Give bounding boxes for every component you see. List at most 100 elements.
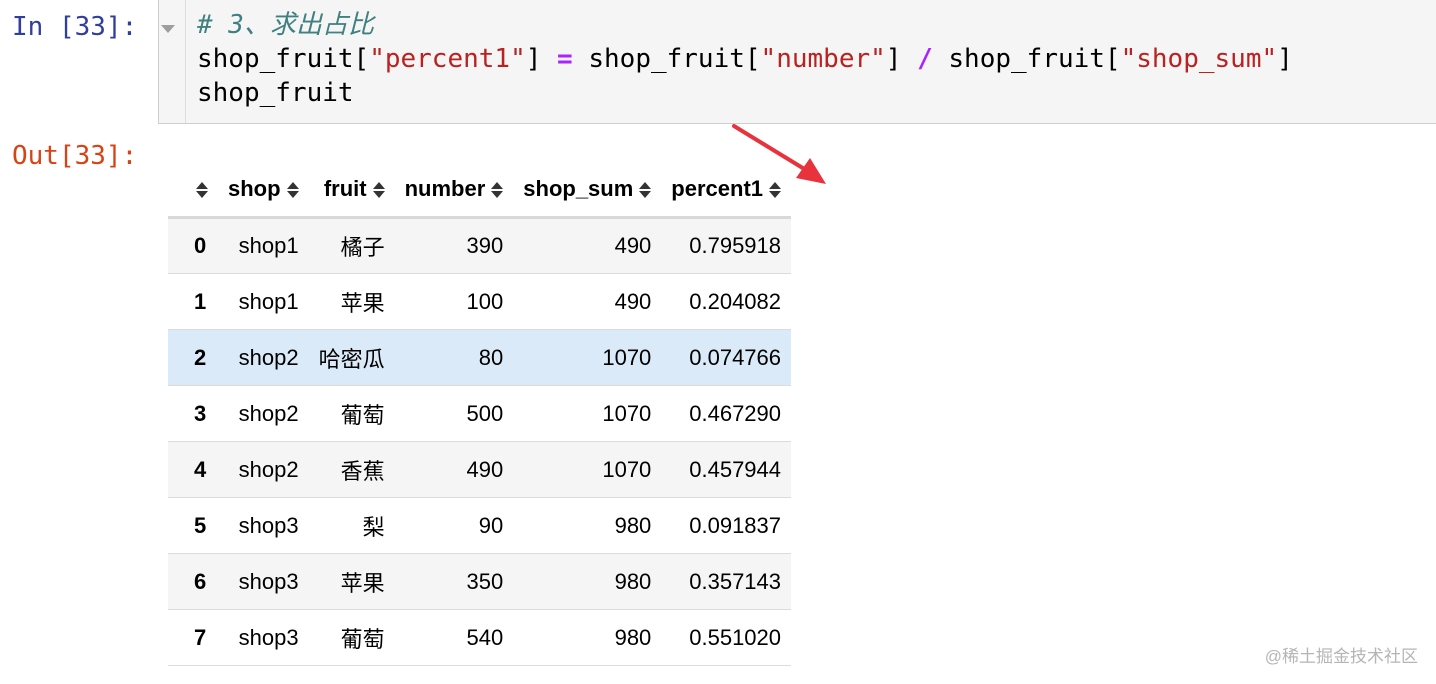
cell-number: 100 xyxy=(394,273,514,330)
cell-shop-sum: 1070 xyxy=(513,329,662,386)
table-row: 6 shop3 苹果 350 980 0.357143 xyxy=(168,553,792,610)
code-token-plain: ] xyxy=(1277,44,1293,74)
cell-shop-sum: 490 xyxy=(513,273,662,330)
row-index: 3 xyxy=(168,385,218,442)
input-prompt: In [33]: xyxy=(12,12,138,42)
column-header-shop-sum[interactable]: shop_sum xyxy=(513,162,662,219)
index-sort-header[interactable] xyxy=(168,162,218,219)
cell-shop-sum: 980 xyxy=(513,609,662,666)
code-token-plain: shop_fruit[ xyxy=(932,44,1121,74)
cell-fruit: 香蕉 xyxy=(308,441,395,498)
column-header-shop[interactable]: shop xyxy=(218,162,309,219)
cell-shop-sum: 980 xyxy=(513,497,662,554)
cell-number: 390 xyxy=(394,217,514,274)
row-index: 5 xyxy=(168,497,218,554)
code-token-string: "shop_sum" xyxy=(1120,44,1278,74)
code-token-string: "number" xyxy=(760,44,886,74)
cell-shop: shop3 xyxy=(218,609,309,666)
row-index: 6 xyxy=(168,553,218,610)
code-line: shop_fruit["percent1"] = shop_fruit["num… xyxy=(197,42,1293,76)
row-index: 2 xyxy=(168,329,218,386)
row-index: 1 xyxy=(168,273,218,330)
row-index: 7 xyxy=(168,609,218,666)
collapse-triangle-icon[interactable] xyxy=(161,25,175,33)
dataframe-table: shop fruit number shop_sum percent1 0 shop1 橘子… xyxy=(168,162,792,666)
cell-shop: shop1 xyxy=(218,273,309,330)
column-header-label: shop_sum xyxy=(523,176,634,201)
cell-percent1: 0.795918 xyxy=(661,217,792,274)
cell-percent1: 0.467290 xyxy=(661,385,792,442)
cell-shop-sum: 980 xyxy=(513,553,662,610)
table-row: 4 shop2 香蕉 490 1070 0.457944 xyxy=(168,441,792,498)
code-token-string: "percent1" xyxy=(369,44,526,74)
sort-arrows-icon[interactable] xyxy=(639,181,652,199)
table-row: 3 shop2 葡萄 500 1070 0.467290 xyxy=(168,385,792,442)
column-header-number[interactable]: number xyxy=(394,162,514,219)
code-editor[interactable]: # 3、求出占比 shop_fruit["percent1"] = shop_fr… xyxy=(158,0,1436,124)
cell-number: 490 xyxy=(394,441,514,498)
column-header-label: fruit xyxy=(323,176,367,201)
sort-arrows-icon[interactable] xyxy=(196,181,208,199)
cell-shop: shop1 xyxy=(218,217,309,274)
cell-percent1: 0.551020 xyxy=(661,609,792,666)
code-token-plain: shop_fruit xyxy=(197,78,354,108)
table-row: 2 shop2 哈密瓜 80 1070 0.074766 xyxy=(168,329,792,386)
cell-percent1: 0.457944 xyxy=(661,441,792,498)
table-row: 1 shop1 苹果 100 490 0.204082 xyxy=(168,273,792,330)
code-lines[interactable]: # 3、求出占比 shop_fruit["percent1"] = shop_fr… xyxy=(197,8,1293,110)
table-header-row: shop fruit number shop_sum percent1 xyxy=(168,162,792,219)
sort-arrows-icon[interactable] xyxy=(491,181,504,199)
cell-shop-sum: 1070 xyxy=(513,441,662,498)
code-token-plain: shop_fruit[ xyxy=(197,44,370,74)
code-gutter xyxy=(185,0,186,123)
cell-shop: shop3 xyxy=(218,553,309,610)
cell-percent1: 0.204082 xyxy=(661,273,792,330)
cell-shop: shop2 xyxy=(218,385,309,442)
table-row: 5 shop3 梨 90 980 0.091837 xyxy=(168,497,792,554)
column-header-label: number xyxy=(404,176,486,201)
watermark: @稀土掘金技术社区 xyxy=(1264,647,1418,666)
column-header-percent1[interactable]: percent1 xyxy=(661,162,792,219)
cell-percent1: 0.357143 xyxy=(661,553,792,610)
column-header-label: shop xyxy=(228,176,281,201)
column-header-label: percent1 xyxy=(671,176,764,201)
code-token-op: = xyxy=(557,44,573,74)
cell-number: 540 xyxy=(394,609,514,666)
sort-arrows-icon[interactable] xyxy=(286,181,299,199)
code-line: shop_fruit xyxy=(197,76,1293,110)
cell-shop: shop2 xyxy=(218,441,309,498)
code-token-op: / xyxy=(917,44,933,74)
cell-number: 90 xyxy=(394,497,514,554)
column-header-fruit[interactable]: fruit xyxy=(308,162,395,219)
table-row: 0 shop1 橘子 390 490 0.795918 xyxy=(168,217,792,274)
cell-shop: shop3 xyxy=(218,497,309,554)
sort-arrows-icon[interactable] xyxy=(769,181,782,199)
row-index: 0 xyxy=(168,217,218,274)
code-token-plain: ] xyxy=(525,44,558,74)
cell-percent1: 0.091837 xyxy=(661,497,792,554)
cell-fruit: 哈密瓜 xyxy=(308,329,395,386)
cell-fruit: 葡萄 xyxy=(308,609,395,666)
code-token-plain: ] xyxy=(885,44,918,74)
cell-number: 350 xyxy=(394,553,514,610)
code-token-plain: shop_fruit[ xyxy=(572,44,761,74)
table-row: 7 shop3 葡萄 540 980 0.551020 xyxy=(168,609,792,666)
cell-number: 80 xyxy=(394,329,514,386)
output-prompt: Out[33]: xyxy=(12,141,138,171)
cell-fruit: 苹果 xyxy=(308,273,395,330)
cell-shop-sum: 490 xyxy=(513,217,662,274)
cell-shop: shop2 xyxy=(218,329,309,386)
cell-number: 500 xyxy=(394,385,514,442)
row-index: 4 xyxy=(168,441,218,498)
table-body: 0 shop1 橘子 390 490 0.795918 1 shop1 苹果 100 490 0.20… xyxy=(168,217,792,666)
code-line: # 3、求出占比 xyxy=(197,8,1293,42)
cell-fruit: 橘子 xyxy=(308,217,395,274)
cell-shop-sum: 1070 xyxy=(513,385,662,442)
sort-arrows-icon[interactable] xyxy=(372,181,385,199)
arrow-head xyxy=(796,158,826,184)
cell-fruit: 葡萄 xyxy=(308,385,395,442)
cell-fruit: 苹果 xyxy=(308,553,395,610)
cell-fruit: 梨 xyxy=(308,497,395,554)
cell-percent1: 0.074766 xyxy=(661,329,792,386)
code-token-comment: # 3、求出占比 xyxy=(197,10,374,40)
